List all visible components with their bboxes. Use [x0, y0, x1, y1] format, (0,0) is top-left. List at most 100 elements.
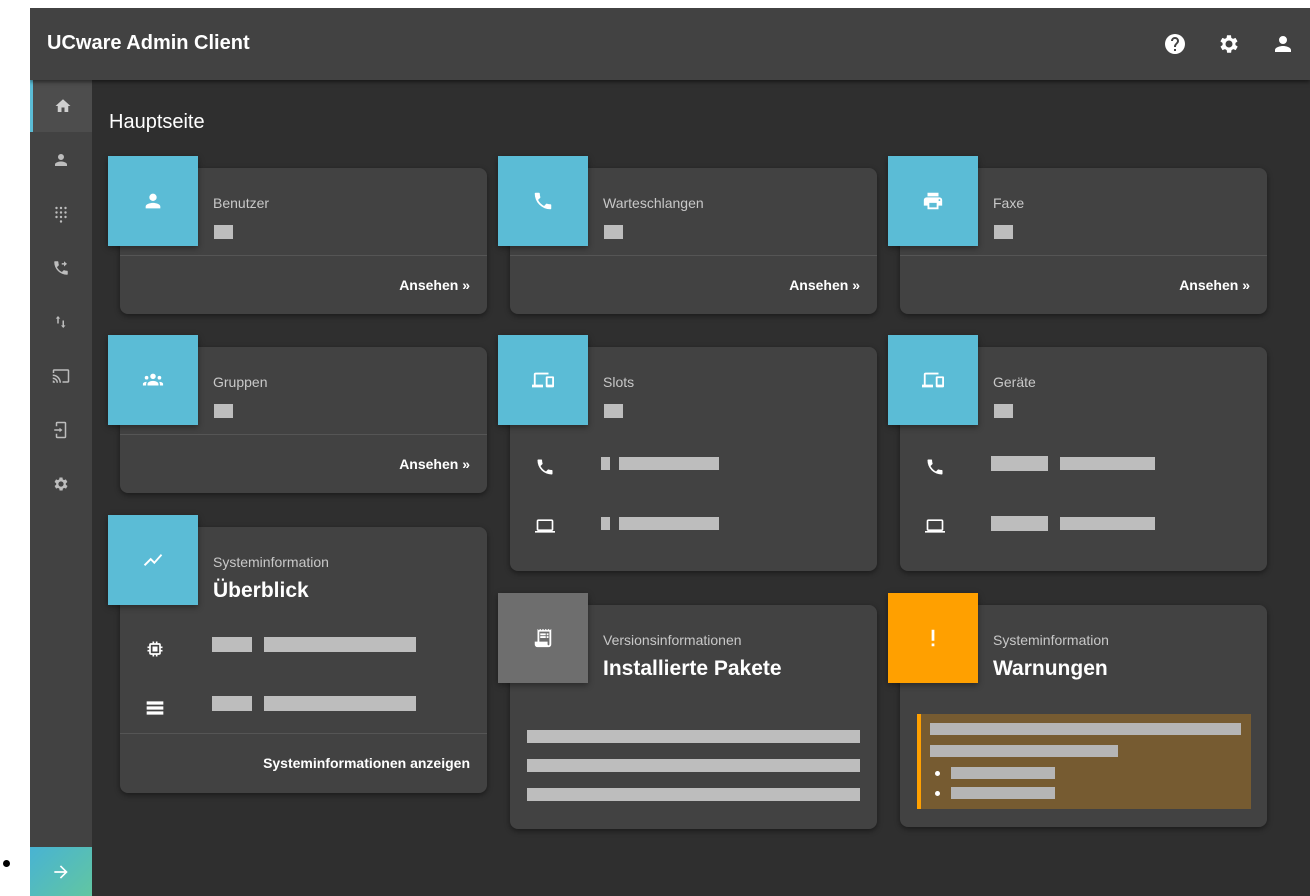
placeholder-bar	[951, 767, 1055, 779]
show-systeminfo-link[interactable]: Systeminformationen anzeigen	[263, 755, 470, 771]
phone-row	[534, 456, 556, 478]
top-app-bar: UCware Admin Client	[30, 8, 1310, 80]
dialpad-icon	[55, 206, 67, 223]
placeholder-bar	[1060, 517, 1155, 530]
sidebar-item-cast[interactable]	[30, 350, 92, 402]
laptop-icon	[925, 519, 945, 533]
account-icon	[1275, 36, 1291, 52]
app-window: UCware Admin Client Hauptseite Benutzer …	[30, 8, 1310, 896]
count-placeholder	[214, 225, 233, 239]
view-queues-link[interactable]: Ansehen »	[789, 277, 860, 293]
placeholder-bar	[1060, 457, 1155, 470]
settings-icon	[1220, 35, 1238, 53]
card-divider	[510, 255, 877, 256]
trend-icon	[143, 554, 163, 566]
page-title: Hauptseite	[109, 111, 205, 133]
count-placeholder	[604, 404, 623, 418]
devices-icon	[922, 372, 944, 388]
view-users-link[interactable]: Ansehen »	[399, 277, 470, 293]
placeholder-bar	[930, 723, 1241, 735]
cast-icon	[52, 369, 70, 383]
placeholder-bar	[527, 788, 860, 801]
count-placeholder	[214, 404, 233, 418]
laptop-row	[924, 515, 946, 537]
card-benutzer: Benutzer Ansehen »	[108, 156, 487, 314]
receipt-icon	[534, 628, 552, 648]
card-label: Versionsinformationen	[603, 632, 742, 648]
placeholder-bar	[212, 637, 252, 652]
placeholder-bar	[601, 457, 610, 470]
account-button[interactable]	[1270, 31, 1296, 57]
placeholder-bar	[264, 637, 416, 652]
printer-icon	[923, 192, 943, 210]
home-icon	[55, 99, 70, 112]
view-faxes-link[interactable]: Ansehen »	[1179, 277, 1250, 293]
app-title: UCware Admin Client	[47, 32, 250, 54]
card-badge	[108, 515, 198, 605]
sidebar-item-settings[interactable]	[30, 458, 92, 510]
sidebar-item-forwarding[interactable]	[30, 242, 92, 294]
storage-icon	[146, 701, 164, 715]
card-geraete: Geräte	[888, 335, 1267, 571]
storage-row	[144, 697, 166, 719]
placeholder-bar	[930, 745, 1118, 757]
transfer-arrows-icon	[55, 316, 66, 328]
placeholder-bar	[264, 696, 416, 711]
card-label: Warteschlangen	[603, 195, 704, 211]
phone-forward-icon	[54, 261, 68, 275]
sidebar-item-transfers[interactable]	[30, 296, 92, 348]
arrow-right-icon	[54, 865, 68, 879]
laptop-icon	[535, 519, 555, 533]
count-placeholder	[994, 225, 1013, 239]
cpu-row	[144, 638, 166, 660]
sidebar-item-home[interactable]	[30, 80, 92, 132]
card-badge	[108, 335, 198, 425]
sidebar-item-users[interactable]	[30, 134, 92, 186]
card-heading: Warnungen	[993, 657, 1108, 680]
card-label: Gruppen	[213, 374, 268, 390]
user-icon	[55, 154, 67, 166]
phone-icon	[927, 459, 943, 475]
sidebar-item-device-login[interactable]	[30, 404, 92, 456]
phone-row	[924, 456, 946, 478]
card-badge	[498, 593, 588, 683]
card-faxe: Faxe Ansehen »	[888, 156, 1267, 314]
group-icon	[142, 373, 164, 386]
card-divider	[900, 255, 1267, 256]
card-label: Systeminformation	[213, 554, 329, 570]
exclamation-icon	[931, 629, 935, 647]
placeholder-bar	[527, 730, 860, 743]
settings-icon	[54, 477, 68, 491]
list-bullet	[935, 791, 940, 796]
count-placeholder	[604, 225, 623, 239]
placeholder-bar	[951, 787, 1055, 799]
user-icon	[145, 193, 161, 209]
help-button[interactable]	[1162, 31, 1188, 57]
top-actions	[1162, 31, 1296, 57]
device-login-icon	[54, 421, 67, 439]
placeholder-bar	[601, 517, 610, 530]
card-warteschlangen: Warteschlangen Ansehen »	[498, 156, 877, 314]
card-badge	[498, 156, 588, 246]
card-versionen: Versionsinformationen Installierte Paket…	[498, 593, 877, 829]
sidebar-expand-button[interactable]	[30, 847, 92, 896]
card-badge	[888, 156, 978, 246]
card-slots: Slots	[498, 335, 877, 571]
laptop-row	[534, 515, 556, 537]
card-badge	[888, 593, 978, 683]
sidebar-item-dialpad[interactable]	[30, 188, 92, 240]
placeholder-bar	[619, 517, 719, 530]
list-bullet	[935, 771, 940, 776]
view-groups-link[interactable]: Ansehen »	[399, 456, 470, 472]
card-label: Slots	[603, 374, 635, 390]
card-gruppen: Gruppen Ansehen »	[108, 335, 487, 493]
card-label: Geräte	[993, 374, 1036, 390]
card-warnungen: Systeminformation Warnungen	[888, 593, 1267, 827]
card-label: Faxe	[993, 195, 1025, 211]
placeholder-bar	[991, 456, 1048, 471]
sidebar	[30, 80, 92, 896]
settings-button[interactable]	[1216, 31, 1242, 57]
warnings-box	[917, 714, 1251, 809]
card-label: Systeminformation	[993, 632, 1109, 648]
card-badge	[108, 156, 198, 246]
